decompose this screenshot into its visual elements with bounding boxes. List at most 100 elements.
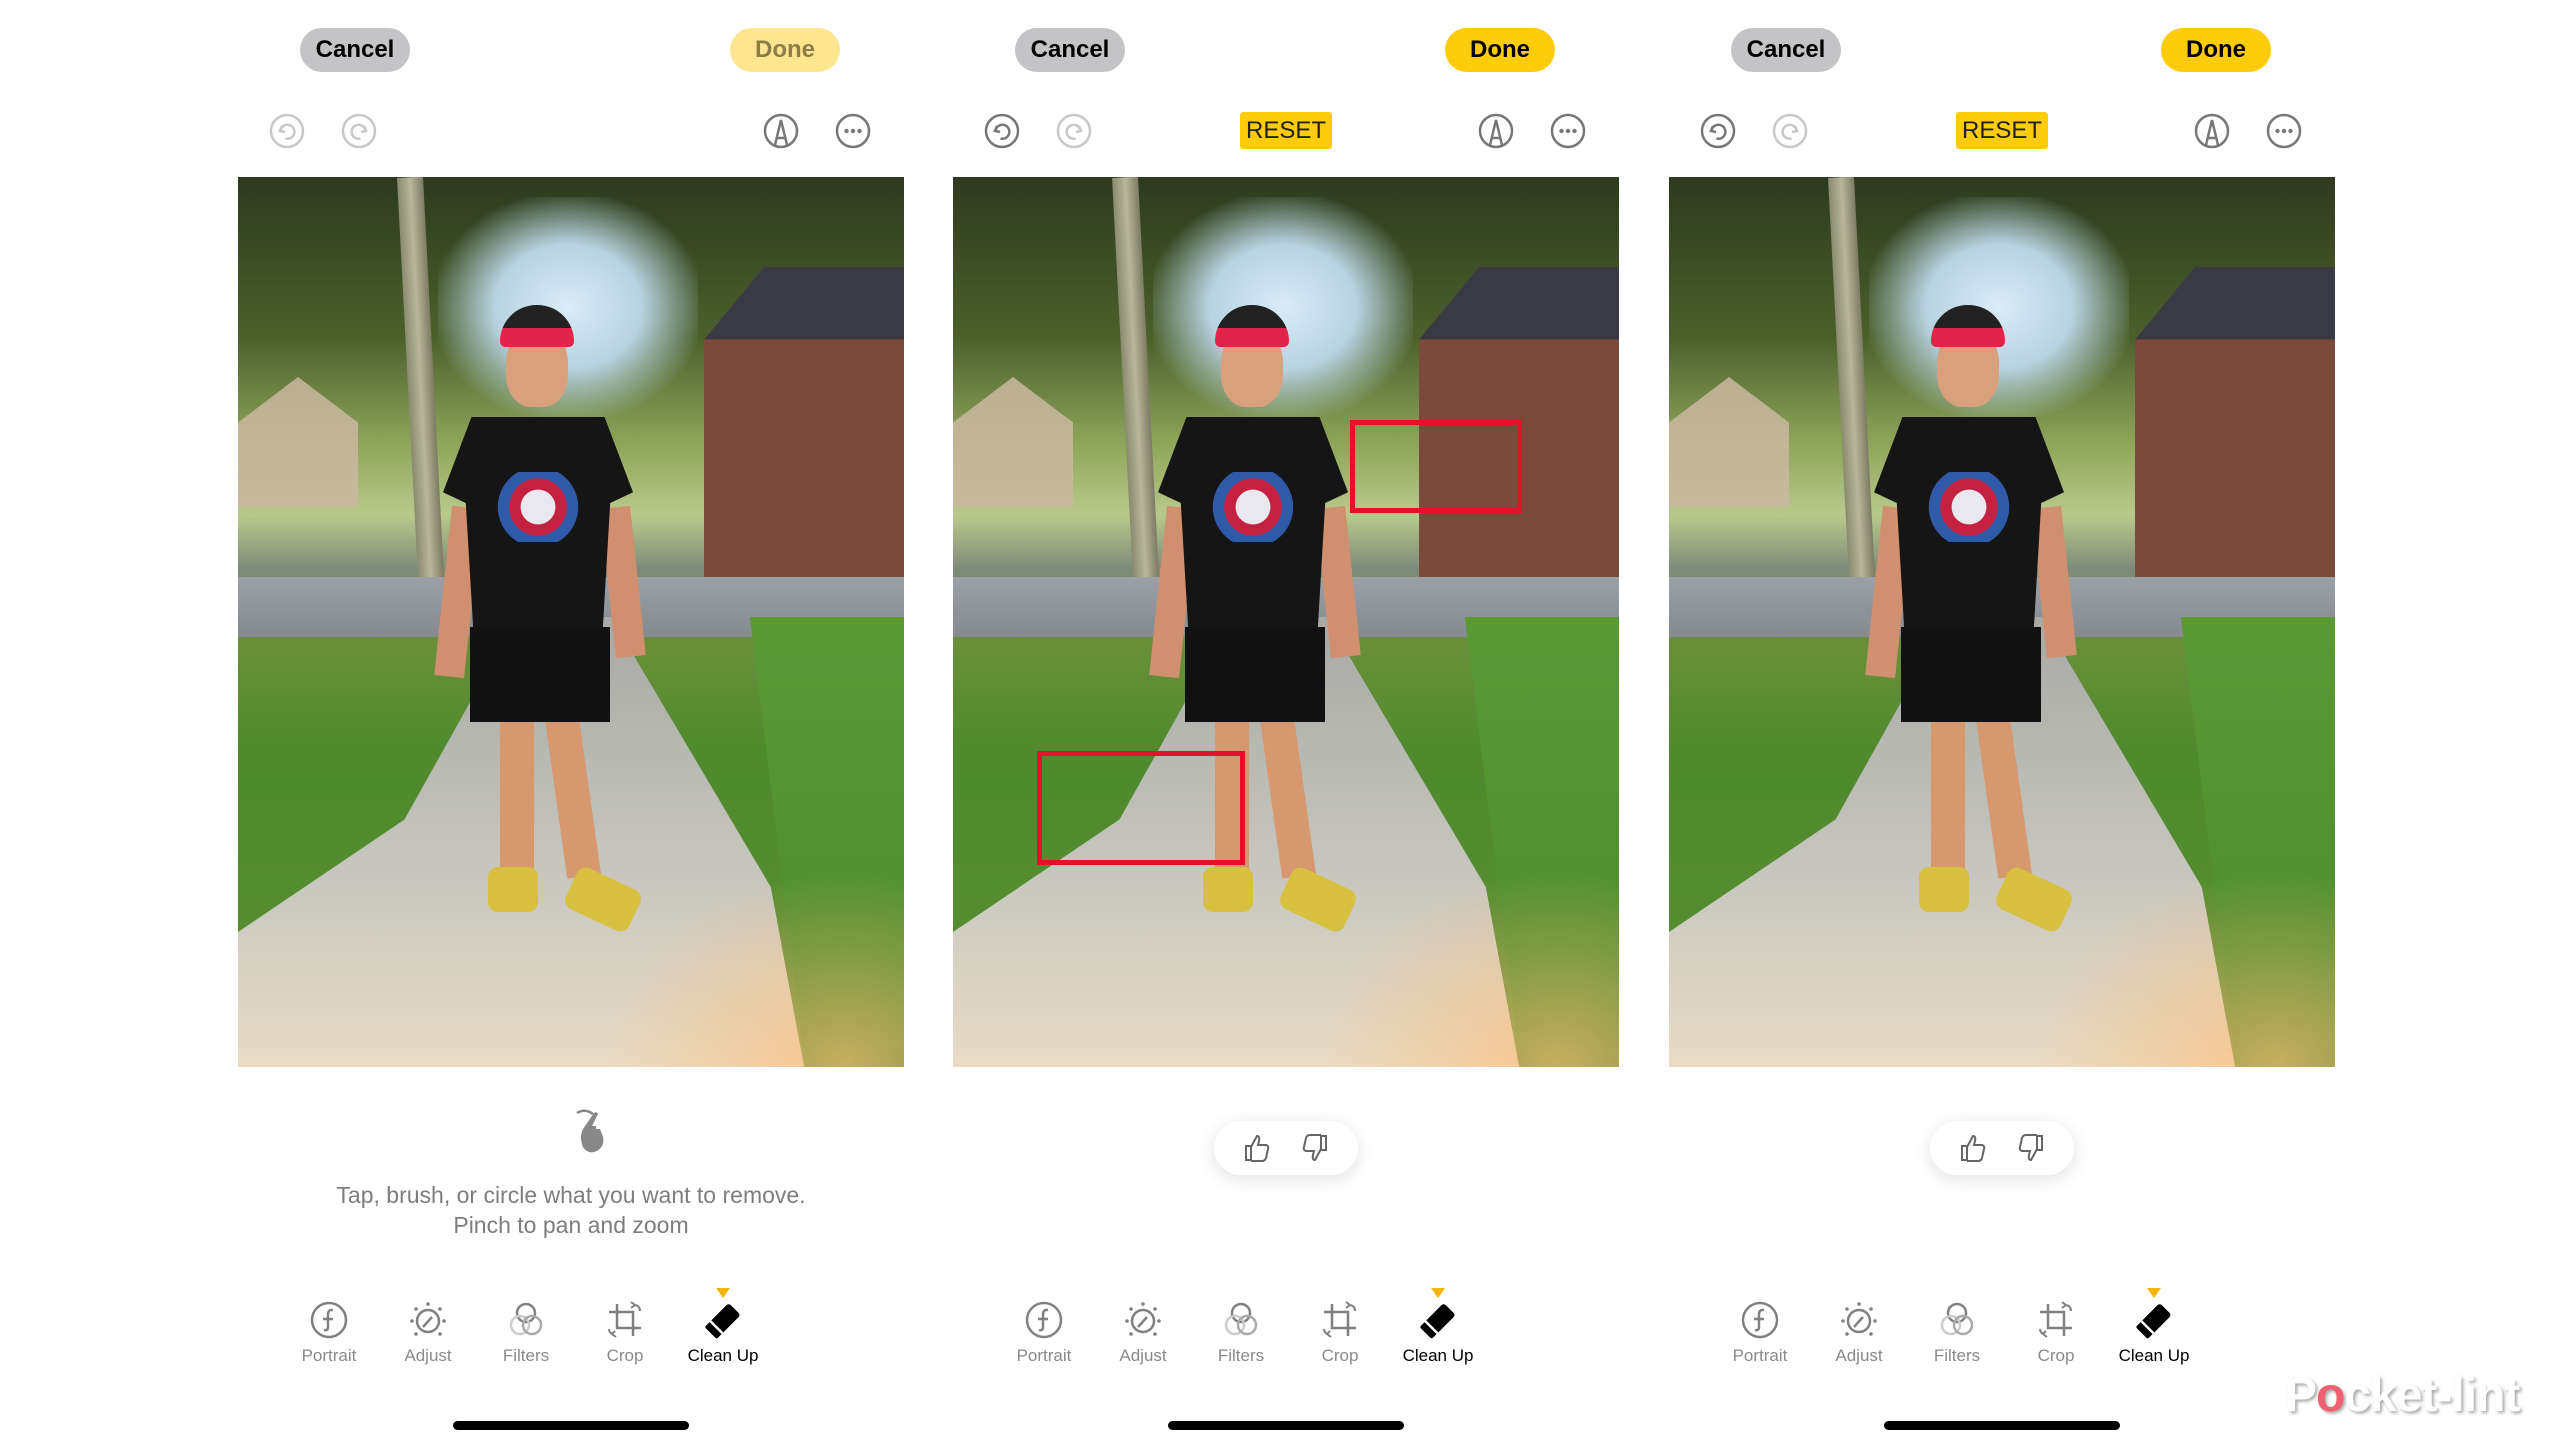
- tool-label: Clean Up: [1402, 1346, 1474, 1365]
- undo-icon[interactable]: [1699, 112, 1737, 150]
- photo-shirt-logo: [1924, 472, 2014, 542]
- tool-adjust[interactable]: Adjust: [1814, 1300, 1904, 1366]
- photo-sky: [438, 197, 698, 417]
- thumbs-down-icon[interactable]: [1299, 1132, 1331, 1164]
- tool-filters[interactable]: Filters: [481, 1300, 571, 1366]
- editor-screen-3: Cancel Done RESET Portrait Adjust Filter…: [1669, 0, 2335, 1440]
- done-button[interactable]: Done: [1445, 28, 1555, 72]
- filters-circles-icon: [481, 1300, 571, 1340]
- photo-canvas[interactable]: [953, 177, 1619, 1067]
- tool-portrait[interactable]: Portrait: [284, 1300, 374, 1366]
- photo-leg: [1931, 717, 1965, 877]
- tool-clean-up[interactable]: Clean Up: [2109, 1300, 2199, 1366]
- markup-icon[interactable]: [1477, 112, 1515, 150]
- photo-shoe: [1919, 867, 1969, 912]
- undo-icon[interactable]: [983, 112, 1021, 150]
- portrait-f-icon: [999, 1300, 1089, 1340]
- adjust-dial-icon: [1814, 1300, 1904, 1340]
- redo-icon[interactable]: [340, 112, 378, 150]
- photo-shoe: [1203, 867, 1253, 912]
- active-tool-indicator: [1431, 1288, 1445, 1298]
- adjust-dial-icon: [1098, 1300, 1188, 1340]
- eraser-icon: [2109, 1300, 2199, 1340]
- hint-text: Tap, brush, or circle what you want to r…: [336, 1182, 806, 1208]
- thumbs-up-icon[interactable]: [1957, 1132, 1989, 1164]
- cancel-button[interactable]: Cancel: [1015, 28, 1125, 72]
- tool-adjust[interactable]: Adjust: [1098, 1300, 1188, 1366]
- markup-icon[interactable]: [2193, 112, 2231, 150]
- tool-portrait[interactable]: Portrait: [999, 1300, 1089, 1366]
- reset-button[interactable]: RESET: [1956, 112, 2048, 149]
- feedback-pill: [1930, 1121, 2074, 1175]
- tool-label: Filters: [1217, 1346, 1265, 1365]
- tool-label: Filters: [1933, 1346, 1981, 1365]
- crop-rotate-icon: [2011, 1300, 2101, 1340]
- photo-canvas[interactable]: [1669, 177, 2335, 1067]
- done-button[interactable]: Done: [730, 28, 840, 72]
- more-options-icon[interactable]: [2265, 112, 2303, 150]
- tool-crop[interactable]: Crop: [1295, 1300, 1385, 1366]
- filters-circles-icon: [1912, 1300, 2002, 1340]
- redo-icon[interactable]: [1055, 112, 1093, 150]
- tool-label: Portrait: [1732, 1346, 1788, 1365]
- eraser-icon: [678, 1300, 768, 1340]
- cancel-button[interactable]: Cancel: [300, 28, 410, 72]
- tool-label: Adjust: [404, 1346, 452, 1365]
- photo-house-right: [704, 267, 904, 597]
- photo-leg: [500, 717, 534, 877]
- eraser-icon: [1393, 1300, 1483, 1340]
- more-options-icon[interactable]: [1549, 112, 1587, 150]
- feedback-pill: [1214, 1121, 1358, 1175]
- home-indicator[interactable]: [453, 1421, 689, 1430]
- active-tool-indicator: [716, 1288, 730, 1298]
- photo-house-left: [238, 377, 358, 507]
- tool-label: Clean Up: [687, 1346, 759, 1365]
- markup-icon[interactable]: [762, 112, 800, 150]
- tool-portrait[interactable]: Portrait: [1715, 1300, 1805, 1366]
- tool-crop[interactable]: Crop: [580, 1300, 670, 1366]
- thumbs-down-icon[interactable]: [2015, 1132, 2047, 1164]
- thumbs-up-icon[interactable]: [1241, 1132, 1273, 1164]
- reset-button[interactable]: RESET: [1240, 112, 1332, 149]
- editor-screen-1: Cancel Done Tap, brush, or circle what y…: [238, 0, 904, 1440]
- done-button[interactable]: Done: [2161, 28, 2271, 72]
- highlight-box-car: [1350, 420, 1522, 513]
- tool-filters[interactable]: Filters: [1196, 1300, 1286, 1366]
- tool-crop[interactable]: Crop: [2011, 1300, 2101, 1366]
- highlight-box-chalk: [1037, 751, 1245, 865]
- tool-label: Portrait: [1016, 1346, 1072, 1365]
- crop-rotate-icon: [580, 1300, 670, 1340]
- editor-screen-2: Cancel Done RESET Portrait Adjust Filter…: [953, 0, 1619, 1440]
- photo-canvas[interactable]: [238, 177, 904, 1067]
- home-indicator[interactable]: [1168, 1421, 1404, 1430]
- photo-sun-glow: [2035, 867, 2335, 1067]
- photo-shirt-logo: [493, 472, 583, 542]
- cancel-button[interactable]: Cancel: [1731, 28, 1841, 72]
- photo-shorts: [1901, 627, 2041, 722]
- tool-filters[interactable]: Filters: [1912, 1300, 2002, 1366]
- more-options-icon[interactable]: [834, 112, 872, 150]
- photo-sun-glow: [1319, 867, 1619, 1067]
- pocketlint-watermark-logo: Pocket-lint: [2285, 1369, 2520, 1422]
- active-tool-indicator: [2147, 1288, 2161, 1298]
- tool-label: Clean Up: [2118, 1346, 2190, 1365]
- hand-tap-icon: [576, 1109, 604, 1153]
- portrait-f-icon: [284, 1300, 374, 1340]
- tool-label: Adjust: [1835, 1346, 1883, 1365]
- redo-icon[interactable]: [1771, 112, 1809, 150]
- tool-clean-up[interactable]: Clean Up: [1393, 1300, 1483, 1366]
- photo-shorts: [470, 627, 610, 722]
- photo-shoe: [488, 867, 538, 912]
- photo-sky: [1869, 197, 2129, 417]
- tool-clean-up[interactable]: Clean Up: [678, 1300, 768, 1366]
- tool-label: Crop: [606, 1346, 644, 1365]
- undo-icon[interactable]: [268, 112, 306, 150]
- photo-house-left: [953, 377, 1073, 507]
- tool-label: Adjust: [1119, 1346, 1167, 1365]
- photo-house-right: [2135, 267, 2335, 597]
- tool-label: Crop: [2037, 1346, 2075, 1365]
- home-indicator[interactable]: [1884, 1421, 2120, 1430]
- tool-adjust[interactable]: Adjust: [383, 1300, 473, 1366]
- adjust-dial-icon: [383, 1300, 473, 1340]
- filters-circles-icon: [1196, 1300, 1286, 1340]
